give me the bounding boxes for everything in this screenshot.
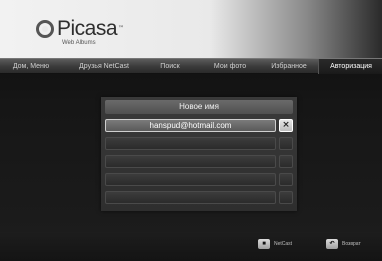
tab-netcast-friends[interactable]: Друзья NetCast	[68, 59, 140, 74]
delete-account-button-5[interactable]	[279, 191, 293, 204]
account-row-3[interactable]	[105, 155, 276, 168]
delete-account-button-2[interactable]	[279, 137, 293, 150]
account-row-2[interactable]	[105, 137, 276, 150]
delete-account-button-4[interactable]	[279, 173, 293, 186]
back-key-icon: ↶	[326, 239, 338, 249]
tab-my-photos[interactable]: Мои фото	[202, 59, 258, 74]
account-dialog: Новое имя hanspud@hotmail.com ×	[101, 97, 297, 211]
tab-home-menu[interactable]: Дом, Меню	[0, 59, 62, 74]
picasa-logo-icon	[36, 19, 54, 38]
picasa-screen: Picasa ™ Web Albums Дом, Меню Друзья Net…	[0, 0, 382, 261]
tab-bar: Дом, Меню Друзья NetCast Поиск Мои фото …	[0, 58, 382, 74]
tab-authorization[interactable]: Авторизация	[318, 59, 382, 74]
netcast-key-icon: ■	[258, 239, 270, 249]
logo-subtitle: Web Albums	[62, 40, 96, 46]
account-row-5[interactable]	[105, 191, 276, 204]
delete-account-button-3[interactable]	[279, 155, 293, 168]
netcast-hint-label: NetCast	[274, 241, 293, 247]
bottom-hint-bar	[0, 232, 382, 261]
back-hint[interactable]: ↶ Возврат	[326, 239, 361, 249]
account-row-1[interactable]: hanspud@hotmail.com	[105, 119, 276, 132]
netcast-hint[interactable]: ■ NetCast	[258, 239, 292, 249]
tab-favorites[interactable]: Избранное	[262, 59, 316, 74]
header: Picasa ™ Web Albums	[0, 0, 382, 58]
logo-wordmark: Picasa	[57, 17, 118, 40]
delete-account-icon[interactable]: ×	[279, 119, 293, 132]
tab-search[interactable]: Поиск	[146, 59, 194, 74]
account-row-4[interactable]	[105, 173, 276, 186]
picasa-logo: Picasa ™	[36, 18, 124, 39]
back-hint-label: Возврат	[342, 241, 361, 247]
logo-trademark: ™	[118, 25, 125, 32]
new-name-button[interactable]: Новое имя	[105, 100, 293, 114]
